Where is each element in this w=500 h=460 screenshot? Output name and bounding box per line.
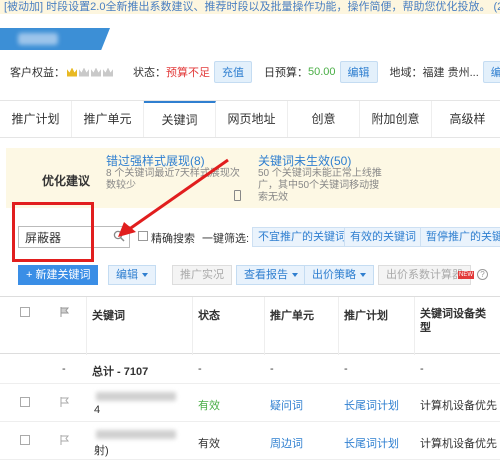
suggest-card-style[interactable]: 错过强样式展现(8) 8 个关键词最近7天样式展现次数较少 (106, 154, 246, 192)
keyword-cell[interactable]: 4 (94, 404, 100, 416)
total-plan: - (344, 363, 348, 375)
table-row: 4 有效 疑问词 长尾词计划 计算机设备优先 (0, 384, 500, 422)
notice-text[interactable]: [被动加] 时段设置2.0全新推出系数建议、推荐时段以及批量操作功能，操作简便，… (4, 1, 500, 13)
row-checkbox[interactable] (20, 397, 30, 407)
select-all-checkbox[interactable] (20, 307, 30, 317)
suggest-title: 优化建议 (42, 174, 91, 188)
view-report-label: 查看报告 (244, 269, 288, 281)
flag-icon[interactable] (60, 435, 70, 445)
promo-status-button[interactable]: 推广实况 (172, 265, 232, 285)
new-keyword-button[interactable]: + 新建关键词 (18, 265, 99, 285)
divider (86, 297, 87, 355)
suggest-card-title[interactable]: 关键词未生效(50) (258, 154, 388, 168)
filter-chip-valid[interactable]: 有效的关键词 (344, 227, 422, 247)
divider (264, 297, 265, 355)
region-value: 福建 贵州... (422, 67, 479, 79)
exact-search-checkbox[interactable] (138, 231, 148, 241)
chevron-down-icon (360, 273, 366, 278)
search-icon[interactable] (113, 230, 125, 242)
view-report-dropdown[interactable]: 查看报告 (236, 265, 306, 285)
filter-chip-paused[interactable]: 暂停推广的关键词 (420, 227, 500, 247)
chevron-down-icon (292, 273, 298, 278)
exact-search-label: 精确搜索 (151, 233, 195, 245)
row-checkbox[interactable] (20, 435, 30, 445)
suggest-card-inactive[interactable]: 关键词未生效(50) 50 个关键词未能正常上线推广，其中50个关键词移动搜索无… (258, 154, 388, 204)
rights-crowns[interactable] (67, 67, 113, 77)
quick-filter-label: 一键筛选: (202, 233, 250, 245)
flag-icon[interactable] (60, 307, 70, 317)
edit-dropdown-label: 编辑 (116, 269, 138, 281)
suggest-card-desc: 50 个关键词未能正常上线推广，其中50个关键词移动搜索无效 (258, 168, 382, 203)
system-notice[interactable]: [被动加] 时段设置2.0全新推出系数建议、推荐时段以及批量操作功能，操作简便，… (0, 0, 500, 14)
budget-edit-button[interactable]: 编辑 (339, 61, 378, 83)
help-icon[interactable]: ? (477, 269, 488, 280)
new-badge: NEW (458, 271, 474, 279)
total-unit: - (270, 363, 274, 375)
rights-label: 客户权益： (10, 67, 65, 79)
mobile-icon (234, 190, 241, 201)
crown-icon (91, 67, 101, 77)
keyword-blurred (96, 392, 176, 401)
chevron-down-icon (142, 273, 148, 278)
tab-extension[interactable]: 附加创意 (360, 101, 432, 137)
tab-creative[interactable]: 创意 (288, 101, 360, 137)
suggest-card-desc: 8 个关键词最近7天样式展现次数较少 (106, 168, 240, 191)
total-device: - (420, 363, 424, 375)
main-tabs: 推广计划 推广单元 关键词 网页地址 创意 附加创意 高级样 (0, 100, 500, 138)
plan-cell[interactable]: 长尾词计划 (344, 435, 399, 451)
total-status: - (198, 363, 202, 375)
total-dash: - (62, 363, 66, 375)
status-value: 预算不足 (166, 67, 210, 79)
account-name-blurred (18, 33, 58, 45)
account-info-bar: 客户权益： 状态： 预算不足 充值 日预算： 50.00 编辑 地域： 福建 贵… (0, 58, 500, 86)
status-label: 状态： (133, 67, 166, 79)
filter-chip-unsuitable[interactable]: 不宜推广的关键词 (252, 227, 352, 247)
device-cell: 计算机设备优先 (420, 438, 497, 450)
th-status[interactable]: 状态 (198, 307, 220, 323)
tab-keyword[interactable]: 关键词 (144, 101, 216, 137)
status-cell: 有效 (198, 438, 220, 450)
edit-dropdown[interactable]: 编辑 (108, 265, 156, 285)
plan-cell[interactable]: 长尾词计划 (344, 397, 399, 413)
th-unit[interactable]: 推广单元 (270, 307, 314, 323)
keyword-blurred (96, 430, 176, 439)
account-banner (0, 28, 110, 50)
keyword-cell[interactable]: 射) (94, 442, 109, 458)
bid-strategy-label: 出价策略 (312, 269, 356, 281)
table-row-total: - 总计 - 7107 - - - - (0, 354, 500, 384)
status-cell: 有效 (198, 400, 220, 412)
divider (338, 297, 339, 355)
th-plan[interactable]: 推广计划 (344, 307, 388, 323)
optimization-suggestions: 优化建议 错过强样式展现(8) 8 个关键词最近7天样式展现次数较少 关键词未生… (6, 148, 500, 208)
tab-adgroup[interactable]: 推广单元 (72, 101, 144, 137)
crown-icon (79, 67, 89, 77)
th-keyword[interactable]: 关键词 (92, 307, 125, 323)
budget-label: 日预算： (264, 67, 308, 79)
bid-strategy-dropdown[interactable]: 出价策略 (304, 265, 374, 285)
suggest-card-title[interactable]: 错过强样式展现(8) (106, 154, 246, 168)
divider (192, 297, 193, 355)
highlight-box (12, 202, 94, 262)
tab-advanced[interactable]: 高级样 (432, 101, 500, 137)
divider (414, 297, 415, 355)
crown-icon (67, 67, 77, 77)
tab-url[interactable]: 网页地址 (216, 101, 288, 137)
table-row: 射) 有效 周边词 长尾词计划 计算机设备优先 (0, 422, 500, 460)
tab-campaign[interactable]: 推广计划 (0, 101, 72, 137)
region-label: 地域： (389, 67, 423, 79)
unit-cell[interactable]: 周边词 (270, 435, 303, 451)
device-cell: 计算机设备优先 (420, 400, 497, 412)
keyword-toolbar: + 新建关键词 编辑 推广实况 查看报告 出价策略 出价系数计算器 NEW ? (0, 260, 500, 290)
budget-value: 50.00 (308, 66, 336, 78)
recharge-button[interactable]: 充值 (214, 61, 252, 83)
table-header: 关键词 状态 推广单元 推广计划 关键词设备类型 (0, 296, 500, 355)
region-edit-button[interactable]: 编辑 (482, 61, 500, 83)
total-label: 总计 - 7107 (92, 366, 149, 378)
unit-cell[interactable]: 疑问词 (270, 397, 303, 413)
crown-icon (103, 67, 113, 77)
flag-icon[interactable] (60, 397, 70, 407)
th-device[interactable]: 关键词设备类型 (420, 307, 492, 335)
keyword-table: 关键词 状态 推广单元 推广计划 关键词设备类型 - 总计 - 7107 - -… (0, 296, 500, 460)
